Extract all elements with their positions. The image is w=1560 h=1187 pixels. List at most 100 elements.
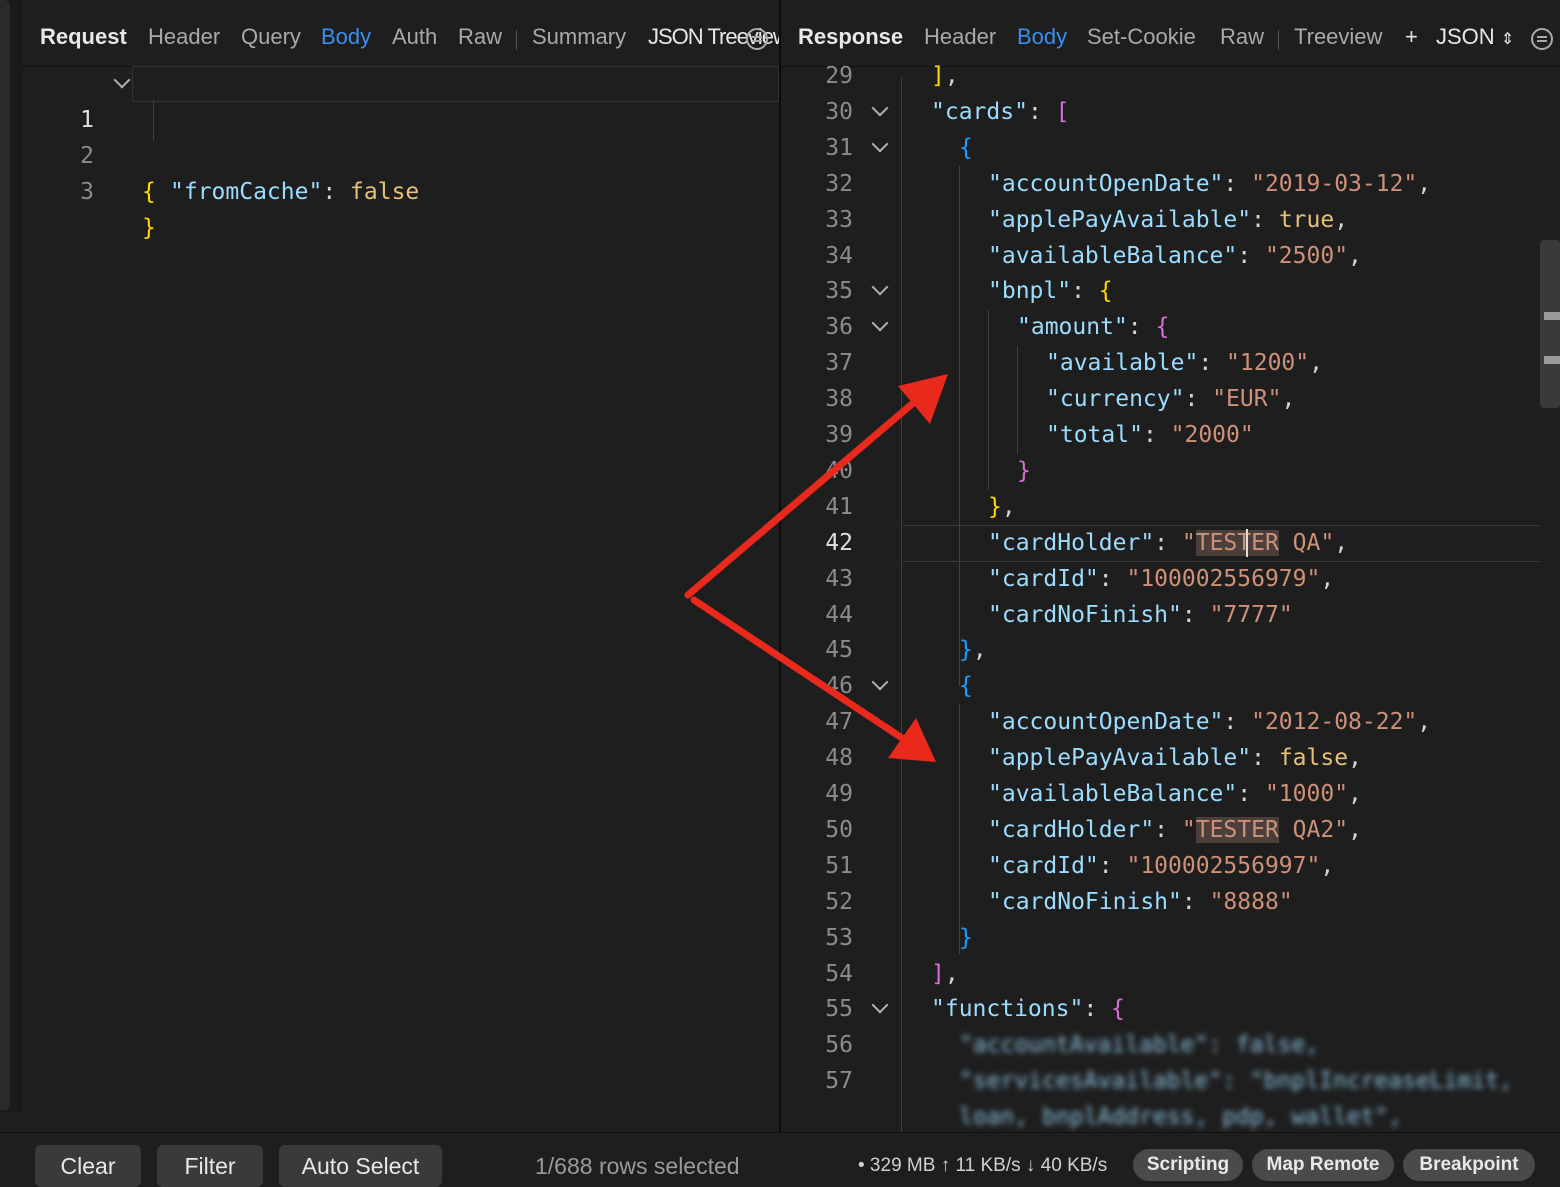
line-number: 48 <box>825 745 853 772</box>
line-number: 43 <box>825 565 853 592</box>
json-token: "currency" <box>1046 386 1185 413</box>
fold-chevron-icon[interactable] <box>871 99 889 117</box>
line-number: 56 <box>825 1032 853 1059</box>
request-editor[interactable]: 1 { 2 "fromCache": false 3 } <box>22 66 779 1132</box>
blurred-text: "accountAvailable": false, <box>959 1032 1320 1059</box>
line-number: 46 <box>825 673 853 700</box>
scroll-marker <box>1544 312 1560 320</box>
current-line-highlight <box>903 525 1540 526</box>
line-number: 57 <box>825 1068 853 1095</box>
sidebar-scrollbar[interactable] <box>0 0 10 1110</box>
search-highlight: TESTER <box>1195 529 1279 556</box>
network-stats: • 329 MB ↑ 11 KB/s ↓ 40 KB/s <box>858 1155 1108 1176</box>
line-number: 34 <box>825 242 853 269</box>
response-tabbar: Response Header Body Set-Cookie Raw Tree… <box>781 0 1560 67</box>
current-line-highlight <box>132 66 779 102</box>
json-key: "fromCache" <box>170 179 323 205</box>
line-number: 53 <box>825 924 853 951</box>
line-number: 40 <box>825 457 853 484</box>
line-number: 55 <box>825 996 853 1023</box>
line-number: 45 <box>825 637 853 664</box>
json-token: "functions" <box>931 996 1084 1023</box>
fold-chevron-icon[interactable] <box>113 71 131 89</box>
json-token: "cardHolder" <box>988 816 1155 843</box>
line-number: 41 <box>825 493 853 520</box>
response-format-select[interactable]: JSON ⇕ <box>1436 24 1514 50</box>
json-token: "availableBalance" <box>988 781 1238 807</box>
response-title: Response <box>798 24 904 49</box>
response-tab-raw[interactable]: Raw <box>1220 24 1264 50</box>
response-tab-treeview[interactable]: Treeview <box>1294 24 1382 50</box>
line-number: 52 <box>825 888 853 915</box>
updown-chevron-icon: ⇕ <box>1500 31 1515 48</box>
response-format-label: JSON <box>1436 24 1495 49</box>
json-token: "available" <box>1046 350 1199 377</box>
auto-select-button[interactable]: Auto Select <box>279 1145 442 1187</box>
json-token: "cardNoFinish" <box>988 601 1182 628</box>
line-number: 33 <box>825 206 853 233</box>
line-number: 3 <box>80 179 94 205</box>
filter-button[interactable]: Filter <box>157 1145 263 1187</box>
add-tab-icon[interactable]: + <box>1405 24 1418 50</box>
scripting-button[interactable]: Scripting <box>1133 1149 1243 1181</box>
response-scrollbar[interactable] <box>1540 240 1560 408</box>
json-token: "cardId" <box>988 565 1099 592</box>
line-number: 35 <box>825 278 853 305</box>
line-number: 30 <box>825 98 853 125</box>
tab-separator <box>516 30 517 50</box>
map-remote-button[interactable]: Map Remote <box>1252 1149 1394 1181</box>
json-token: "cardHolder" <box>988 529 1155 556</box>
json-token: "accountOpenDate" <box>988 170 1224 197</box>
line-number: 39 <box>825 422 853 448</box>
fold-chevron-icon[interactable] <box>871 673 889 691</box>
json-brace: } <box>142 215 156 241</box>
request-tab-summary[interactable]: Summary <box>532 24 626 50</box>
json-token: QA" <box>1278 529 1335 556</box>
clear-button[interactable]: Clear <box>35 1145 141 1187</box>
indent-guide <box>988 310 989 490</box>
request-tab-body[interactable]: Body <box>321 24 371 50</box>
request-title: Request <box>40 24 127 49</box>
fold-chevron-icon[interactable] <box>871 314 889 332</box>
json-token: "availableBalance" <box>988 242 1238 269</box>
json-token: QA2" <box>1278 816 1349 843</box>
response-editor[interactable]: 29], 30 "cards": [31{32 "accountOpenDate": … <box>781 58 1540 1132</box>
json-token: "applePayAvailable" <box>988 745 1252 772</box>
rows-selected-status: 1/688 rows selected <box>535 1153 740 1179</box>
json-token: "8888" <box>1209 888 1293 915</box>
request-tab-raw[interactable]: Raw <box>458 24 502 50</box>
line-number: 31 <box>825 134 853 161</box>
search-highlight: TESTER <box>1195 816 1279 843</box>
line-number: 51 <box>825 852 853 879</box>
indent-guide <box>901 78 902 1132</box>
line-number: 54 <box>825 960 853 987</box>
request-menu-icon[interactable] <box>746 28 768 50</box>
fold-chevron-icon[interactable] <box>871 135 889 153</box>
response-menu-icon[interactable] <box>1531 28 1553 50</box>
line-number: 50 <box>825 816 853 843</box>
indent-guide <box>959 166 960 686</box>
json-token: "EUR" <box>1212 386 1282 413</box>
indent-guide <box>1017 346 1018 454</box>
json-token: "1000" <box>1264 781 1349 807</box>
fold-chevron-icon[interactable] <box>871 278 889 296</box>
request-tab-query[interactable]: Query <box>241 24 301 50</box>
line-number: 42 <box>825 529 853 556</box>
json-token: "100002556997" <box>1126 852 1321 879</box>
response-tab-body[interactable]: Body <box>1017 24 1067 50</box>
request-tabbar: Request Header Query Body Auth Raw Summa… <box>22 0 820 67</box>
request-tab-auth[interactable]: Auth <box>392 24 437 50</box>
json-token: "total" <box>1046 422 1143 448</box>
json-token: "2000" <box>1170 422 1254 448</box>
current-line-highlight <box>903 561 1540 562</box>
line-number: 36 <box>825 314 853 341</box>
response-tab-header[interactable]: Header <box>924 24 996 50</box>
json-token: "accountOpenDate" <box>988 709 1224 736</box>
breakpoint-button[interactable]: Breakpoint <box>1403 1149 1535 1181</box>
response-tab-set-cookie[interactable]: Set-Cookie <box>1087 24 1196 50</box>
line-number: 32 <box>825 170 853 197</box>
fold-chevron-icon[interactable] <box>871 996 889 1014</box>
json-token: "cards" <box>931 98 1028 125</box>
json-value: false <box>350 179 420 205</box>
request-tab-header[interactable]: Header <box>148 24 220 50</box>
